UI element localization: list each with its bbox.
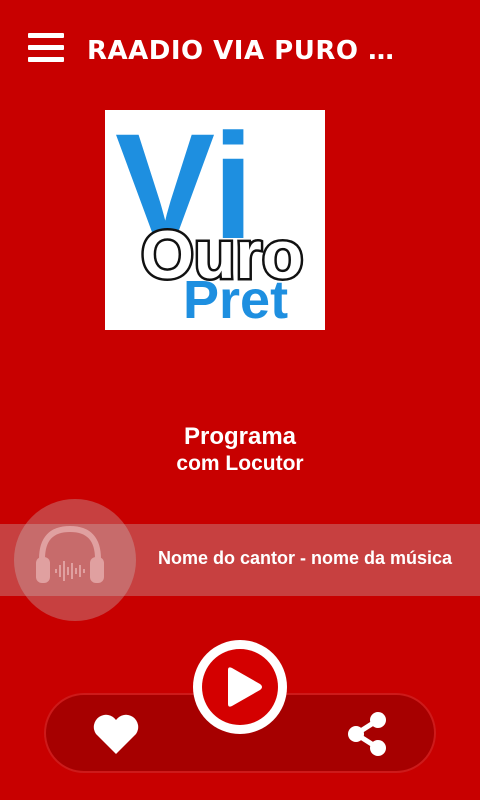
share-icon[interactable]: [346, 710, 390, 758]
program-name: Programa: [183, 423, 297, 450]
hamburger-menu-icon[interactable]: [28, 33, 64, 63]
app-bar: RAADIO VIA PURO PRETO: [0, 0, 480, 100]
program-host: com Locutor: [176, 452, 304, 475]
play-button-inner: [202, 649, 278, 725]
app-title: RAADIO VIA PURO PRETO: [87, 36, 407, 66]
play-icon: [228, 667, 262, 707]
play-button[interactable]: [193, 640, 287, 734]
headphones-icon: [36, 525, 104, 583]
heart-icon[interactable]: [92, 712, 140, 756]
now-playing-text: Nome do cantor - nome da música: [157, 548, 453, 568]
logo-text-line3: Pret: [183, 270, 288, 330]
station-logo: Vi Ouro Pret: [105, 110, 325, 330]
